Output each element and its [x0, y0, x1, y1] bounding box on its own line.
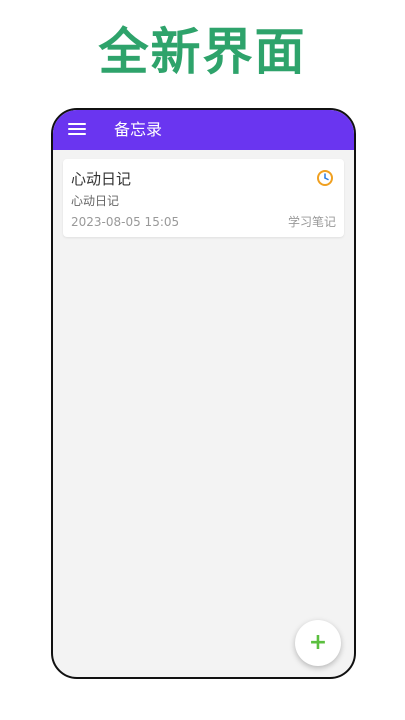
plus-icon: +	[308, 630, 328, 655]
phone-frame: 备忘录 心动日记 心动日记 2023-08-05 15:05 学习笔记 +	[51, 108, 356, 679]
clock-icon	[317, 170, 333, 186]
promo-title: 全新界面	[98, 23, 307, 81]
add-note-button[interactable]: +	[295, 620, 341, 666]
hamburger-menu-icon[interactable]	[68, 122, 86, 136]
note-category: 学习笔记	[287, 215, 336, 229]
app-title: 备忘录	[114, 120, 163, 139]
app-bar: 备忘录	[53, 110, 354, 150]
note-timestamp: 2023-08-05 15:05	[71, 215, 180, 229]
note-title: 心动日记	[71, 170, 132, 188]
note-card[interactable]: 心动日记 心动日记 2023-08-05 15:05 学习笔记	[63, 159, 344, 237]
note-subtitle: 心动日记	[71, 194, 120, 208]
